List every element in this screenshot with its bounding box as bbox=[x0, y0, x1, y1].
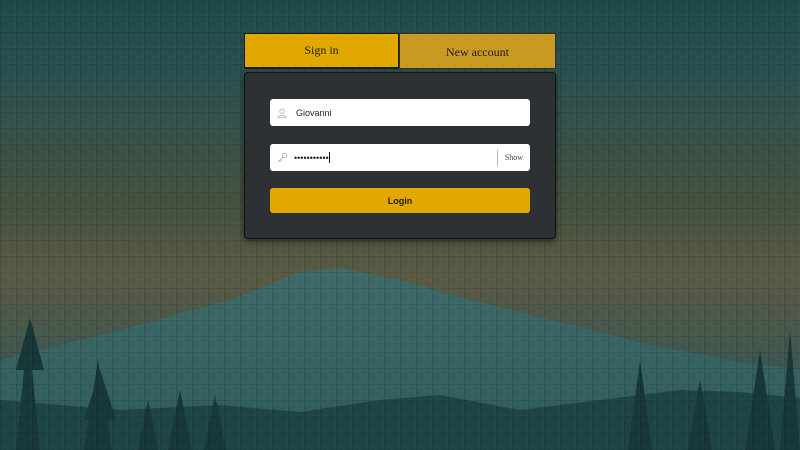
text-caret bbox=[328, 152, 330, 163]
tab-new-account[interactable]: New account bbox=[399, 33, 556, 69]
user-icon bbox=[270, 108, 294, 118]
login-panel: ••••••••••• Show Login bbox=[244, 72, 556, 239]
password-field[interactable]: ••••••••••• Show bbox=[270, 144, 530, 171]
password-input[interactable]: ••••••••••• bbox=[294, 152, 497, 163]
login-screen: Sign in New account ••••••••••• bbox=[0, 0, 800, 450]
auth-tabs: Sign in New account bbox=[244, 33, 556, 69]
password-value: ••••••••••• bbox=[294, 152, 329, 163]
login-button[interactable]: Login bbox=[270, 188, 530, 213]
tab-sign-in[interactable]: Sign in bbox=[244, 33, 399, 69]
show-password-button[interactable]: Show bbox=[496, 149, 530, 166]
username-input[interactable] bbox=[294, 99, 530, 126]
key-icon bbox=[270, 152, 294, 163]
username-field[interactable] bbox=[270, 99, 530, 126]
